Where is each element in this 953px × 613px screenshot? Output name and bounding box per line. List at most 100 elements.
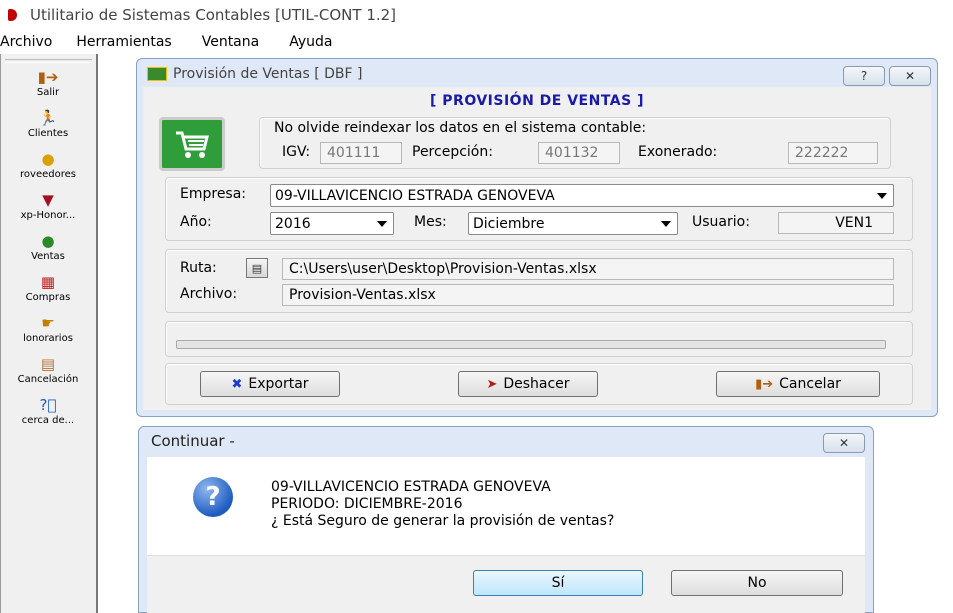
- confirm-line-company: 09-VILLAVICENCIO ESTRADA GENOVEVA: [271, 479, 551, 495]
- sidebar-item-label: Salir: [36, 87, 60, 98]
- person-icon: 🏃: [38, 109, 58, 127]
- sidebar-item-salir[interactable]: ▮➔ Salir: [1, 63, 95, 104]
- close-button[interactable]: ✕: [889, 66, 931, 86]
- empresa-value: 09-VILLAVICENCIO ESTRADA GENOVEVA: [275, 187, 555, 204]
- close-icon: ✕: [838, 436, 850, 450]
- deshacer-label: Deshacer: [503, 376, 570, 392]
- no-label: No: [747, 575, 767, 591]
- money-bag-icon: ●: [41, 232, 55, 250]
- door-exit-icon: ▮➔: [37, 68, 59, 86]
- sidebar-item-exp-honorarios[interactable]: ▼ xp-Honor...: [1, 186, 95, 227]
- reindex-notice: No olvide reindexar los datos en el sist…: [274, 120, 647, 136]
- sidebar-item-compras[interactable]: ▦ Compras: [1, 268, 95, 309]
- confirm-footer: Sí No: [147, 555, 865, 613]
- sidebar-item-ventas[interactable]: ● Ventas: [1, 227, 95, 268]
- confirm-title: Continuar -: [151, 432, 235, 450]
- reindex-info-panel: No olvide reindexar los datos en el sist…: [259, 117, 891, 169]
- browse-folder-button[interactable]: ▤: [246, 258, 268, 278]
- menu-archivo[interactable]: Archivo: [0, 34, 64, 50]
- anio-select[interactable]: 2016: [270, 212, 394, 235]
- ruta-label: Ruta:: [180, 260, 217, 276]
- cancelar-label: Cancelar: [779, 376, 841, 392]
- help-icon: ?: [860, 69, 868, 83]
- anio-label: Año:: [180, 214, 212, 230]
- progress-panel: [165, 321, 913, 357]
- sidebar-item-acerca-de[interactable]: ?⃝ cerca de...: [1, 391, 95, 432]
- cancelar-button[interactable]: ▮➔ Cancelar: [716, 371, 880, 397]
- confirm-close-button[interactable]: ✕: [823, 433, 865, 453]
- help-button[interactable]: ?: [843, 66, 885, 86]
- ruta-field[interactable]: C:\Users\user\Desktop\Provision-Ventas.x…: [282, 258, 894, 280]
- confirm-message: 09-VILLAVICENCIO ESTRADA GENOVEVA PERIOD…: [271, 479, 614, 530]
- sidebar-item-clientes[interactable]: 🏃 Clientes: [1, 104, 95, 145]
- door-exit-icon: ▮➔: [755, 376, 774, 392]
- page-title: [ PROVISIÓN DE VENTAS ]: [430, 93, 644, 109]
- sidebar: ▮➔ Salir 🏃 Clientes ● roveedores ▼ xp-Ho…: [0, 54, 98, 613]
- mes-label: Mes:: [414, 214, 447, 230]
- menu-ventana[interactable]: Ventana: [202, 34, 272, 50]
- sidebar-item-label: Cancelación: [17, 374, 79, 385]
- archivo-field[interactable]: Provision-Ventas.xlsx: [282, 284, 894, 306]
- close-icon: ✕: [904, 69, 916, 83]
- mes-select[interactable]: Diciembre: [468, 212, 678, 235]
- actions-panel: ✖ Exportar ➤ Deshacer ▮➔ Cancelar: [165, 363, 913, 405]
- help-icon: ?⃝: [39, 396, 57, 414]
- sidebar-item-label: Ventas: [31, 251, 65, 262]
- folder-icon: ▤: [251, 261, 263, 275]
- question-icon: ?: [193, 477, 233, 517]
- chevron-down-icon: [877, 193, 887, 199]
- dialog-body: [ PROVISIÓN DE VENTAS ] No olvide reinde…: [143, 87, 931, 410]
- confirm-line-period: PERIODO: DICIEMBRE-2016: [271, 496, 463, 512]
- empresa-select[interactable]: 09-VILLAVICENCIO ESTRADA GENOVEVA: [270, 184, 894, 207]
- sidebar-item-proveedores[interactable]: ● roveedores: [1, 145, 95, 186]
- exportar-button[interactable]: ✖ Exportar: [200, 371, 340, 397]
- igv-label: IGV:: [282, 144, 311, 160]
- export-icon: ✖: [231, 376, 243, 392]
- exonerado-field: 222222: [788, 142, 878, 164]
- app-title-bar: Utilitario de Sistemas Contables [UTIL-C…: [0, 0, 953, 30]
- progress-bar: [176, 340, 886, 349]
- no-button[interactable]: No: [671, 570, 843, 596]
- exportar-label: Exportar: [248, 376, 309, 392]
- yes-label: Sí: [551, 575, 565, 591]
- sidebar-item-label: Clientes: [27, 128, 69, 139]
- exonerado-label: Exonerado:: [638, 144, 718, 160]
- sidebar-item-label: xp-Honor...: [20, 210, 76, 221]
- percepcion-field: 401132: [538, 142, 620, 164]
- sidebar-item-label: roveedores: [20, 169, 76, 180]
- purchases-icon: ▦: [40, 273, 56, 291]
- cart-graphic: [176, 131, 209, 158]
- shopping-cart-icon: [159, 117, 225, 171]
- cancel-grid-icon: ▤: [40, 355, 56, 373]
- sidebar-item-label: cerca de...: [21, 415, 75, 426]
- undo-icon: ➤: [486, 376, 498, 392]
- chevron-down-icon: [377, 221, 387, 227]
- confirm-title-bar: Continuar -: [139, 427, 873, 455]
- usuario-field: VEN1: [778, 212, 894, 234]
- menu-herramientas[interactable]: Herramientas: [76, 34, 183, 50]
- usuario-label: Usuario:: [692, 214, 750, 230]
- dialog-app-icon: [147, 67, 167, 81]
- sidebar-item-label: lonorarios: [23, 333, 73, 344]
- users-icon: ●: [41, 150, 55, 168]
- percepcion-label: Percepción:: [412, 144, 493, 160]
- archivo-label: Archivo:: [180, 286, 238, 302]
- hand-icon: ☛: [41, 314, 55, 332]
- igv-field: 401111: [320, 142, 402, 164]
- anio-value: 2016: [275, 215, 311, 232]
- sidebar-item-cancelacion[interactable]: ▤ Cancelación: [1, 350, 95, 391]
- confirm-line-question: ¿ Está Seguro de generar la provisión de…: [271, 513, 615, 529]
- sidebar-item-label: Compras: [25, 292, 71, 303]
- deshacer-button[interactable]: ➤ Deshacer: [458, 371, 598, 397]
- provision-ventas-dialog: Provisión de Ventas [ DBF ] ? ✕ [ PROVIS…: [136, 58, 938, 417]
- empresa-label: Empresa:: [180, 186, 247, 202]
- dialog-title-bar: Provisión de Ventas [ DBF ]: [137, 59, 937, 89]
- company-panel: Empresa: 09-VILLAVICENCIO ESTRADA GENOVE…: [165, 177, 913, 241]
- confirm-dialog: Continuar - ✕ ? 09-VILLAVICENCIO ESTRADA…: [138, 426, 874, 613]
- sidebar-item-honorarios[interactable]: ☛ lonorarios: [1, 309, 95, 350]
- app-title: Utilitario de Sistemas Contables [UTIL-C…: [30, 6, 397, 24]
- yes-button[interactable]: Sí: [473, 570, 643, 596]
- path-panel: Ruta: ▤ C:\Users\user\Desktop\Provision-…: [165, 249, 913, 313]
- menu-ayuda[interactable]: Ayuda: [289, 34, 344, 50]
- usuario-value: VEN1: [835, 215, 873, 231]
